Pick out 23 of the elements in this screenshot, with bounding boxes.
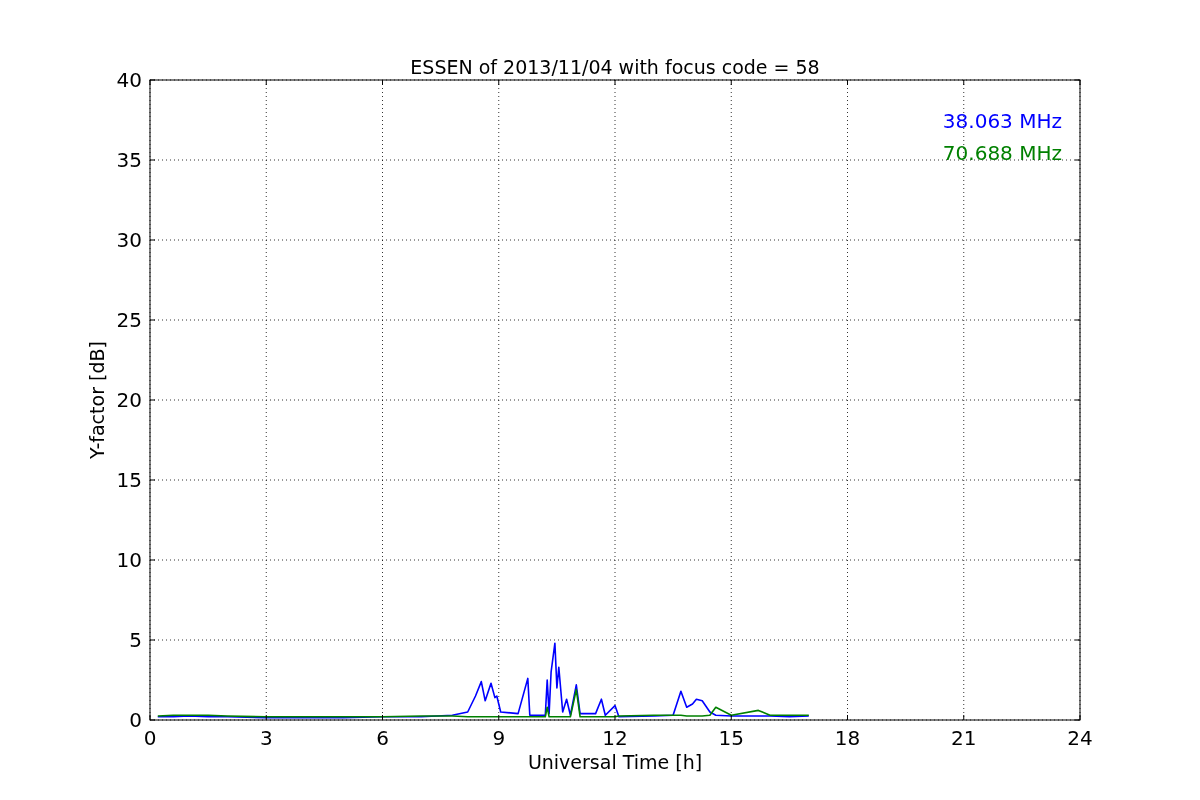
- y-tick-label: 25: [116, 308, 142, 332]
- y-tick-label: 5: [129, 628, 142, 652]
- x-tick-label: 9: [492, 726, 506, 750]
- x-axis-label: Universal Time [h]: [527, 751, 703, 773]
- y-tick-label: 20: [116, 388, 142, 412]
- x-tick-label: 21: [951, 726, 977, 750]
- x-tick-label: 0: [143, 726, 157, 750]
- y-tick-label: 35: [116, 148, 142, 172]
- x-tick-label: 6: [376, 726, 389, 750]
- legend-label: 70.688 MHz: [942, 141, 1062, 165]
- x-tick-label: 12: [602, 726, 628, 750]
- y-tick-label: 10: [116, 548, 142, 572]
- x-tick-label: 18: [834, 726, 861, 750]
- y-tick-label: 0: [129, 708, 142, 732]
- y-tick-label: 15: [116, 468, 142, 492]
- legend-label: 38.063 MHz: [942, 109, 1062, 133]
- chart-title: ESSEN of 2013/11/04 with focus code = 58: [410, 56, 820, 78]
- y-axis-label: Y-factor [dB]: [86, 341, 108, 459]
- y-tick-label: 40: [116, 68, 142, 92]
- x-tick-label: 15: [718, 726, 744, 750]
- x-tick-label: 24: [1067, 726, 1093, 750]
- y-tick-label: 30: [116, 228, 142, 252]
- x-tick-label: 3: [259, 726, 273, 750]
